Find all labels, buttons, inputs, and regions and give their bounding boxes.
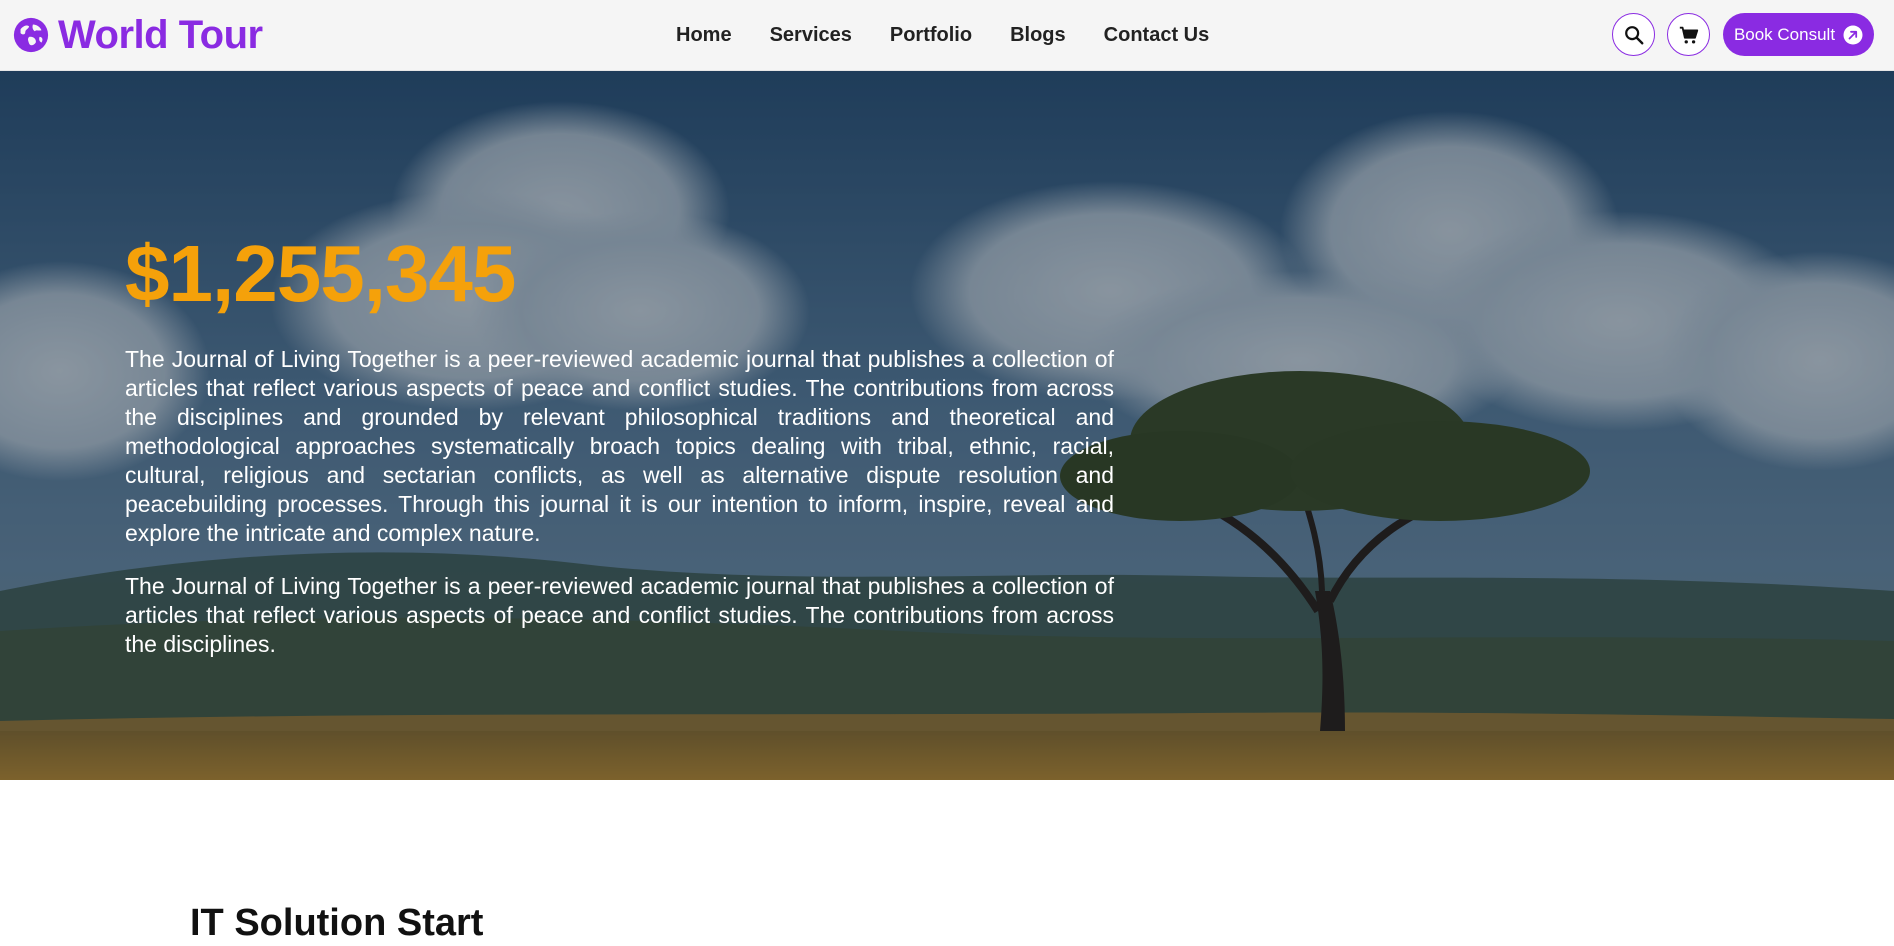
- section-heading: IT Solution Start: [190, 902, 484, 944]
- logo-link[interactable]: World Tour: [12, 14, 263, 56]
- nav-services[interactable]: Services: [770, 24, 852, 47]
- hero-paragraph-1: The Journal of Living Together is a peer…: [125, 346, 1114, 546]
- cart-button[interactable]: [1667, 13, 1710, 56]
- cart-icon: [1679, 26, 1698, 44]
- globe-icon: [13, 17, 49, 53]
- search-button[interactable]: [1612, 13, 1655, 56]
- book-consult-label: Book Consult: [1733, 24, 1836, 44]
- nav-contact-us[interactable]: Contact Us: [1104, 24, 1210, 47]
- book-consult-button[interactable]: Book Consult: [1723, 13, 1874, 56]
- main-nav: Home Services Portfolio Blogs Contact Us: [676, 0, 1209, 71]
- hero-amount: $1,255,345: [125, 229, 516, 318]
- nav-portfolio[interactable]: Portfolio: [890, 24, 972, 47]
- hero-paragraph-2: The Journal of Living Together is a peer…: [125, 573, 1114, 657]
- hero-section: $1,255,345 The Journal of Living Togethe…: [0, 71, 1894, 780]
- nav-blogs[interactable]: Blogs: [1010, 24, 1066, 47]
- logo-text: World Tour: [58, 13, 263, 57]
- arrow-up-right-icon: [1843, 25, 1863, 44]
- nav-home[interactable]: Home: [676, 24, 732, 47]
- site-header: World Tour Home Services Portfolio Blogs…: [0, 0, 1894, 71]
- hero-content: $1,255,345 The Journal of Living Togethe…: [125, 226, 1114, 659]
- search-icon: [1624, 25, 1643, 44]
